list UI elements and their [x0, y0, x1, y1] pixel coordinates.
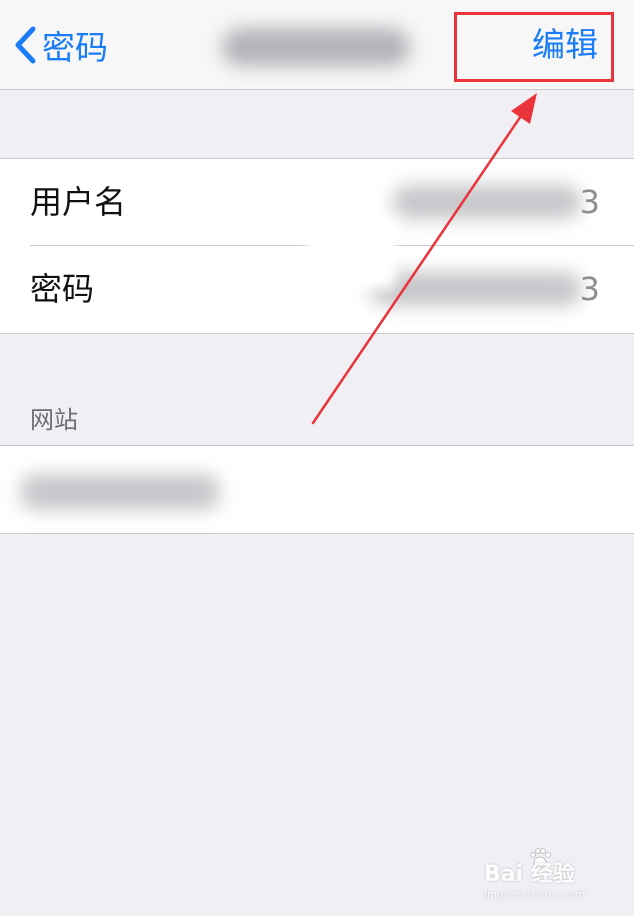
watermark-text: Bai 经验	[484, 862, 575, 887]
annotation-arrow-icon	[311, 93, 537, 425]
watermark-url: jingyan.baidu.com	[484, 888, 586, 901]
baidu-watermark: Bai 经验 jingyan.baidu.com	[484, 846, 624, 906]
